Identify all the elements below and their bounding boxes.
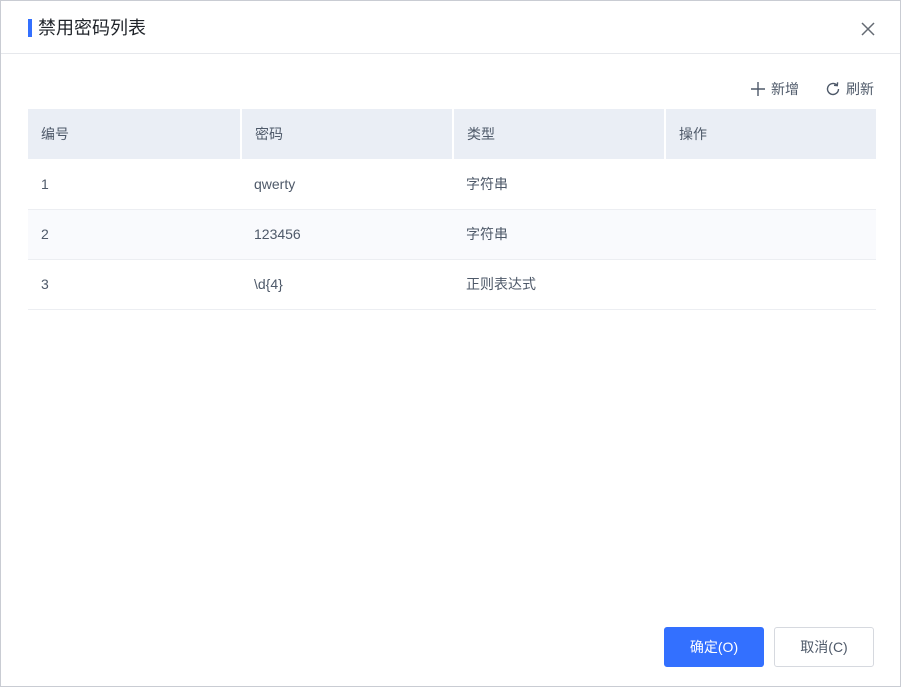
- table-row[interactable]: 2 123456 字符串: [28, 209, 876, 260]
- close-icon: [861, 22, 875, 36]
- close-button[interactable]: [858, 19, 878, 39]
- ok-button[interactable]: 确定(O): [664, 627, 764, 667]
- table-row[interactable]: 1 qwerty 字符串: [28, 159, 876, 210]
- table-row[interactable]: 3 \d{4} 正则表达式: [28, 259, 876, 310]
- column-header-action[interactable]: 操作: [665, 109, 876, 159]
- dialog-header: 禁用密码列表: [1, 1, 900, 54]
- dialog: 禁用密码列表 新增 刷新 编号 密码 类型 操作 1 qwerty 字符串 2 …: [0, 0, 901, 687]
- refresh-icon: [826, 82, 840, 96]
- cell-type: 字符串: [453, 209, 665, 260]
- refresh-button[interactable]: 刷新: [825, 79, 874, 99]
- cell-password: \d{4}: [241, 259, 453, 310]
- cell-id: 1: [28, 159, 241, 210]
- password-table: 编号 密码 类型 操作 1 qwerty 字符串 2 123456 字符串 3 …: [28, 109, 876, 310]
- dialog-footer: 确定(O) 取消(C): [664, 627, 874, 667]
- cell-action: [665, 259, 876, 310]
- add-button-label: 新增: [771, 81, 799, 97]
- cell-id: 3: [28, 259, 241, 310]
- column-header-password[interactable]: 密码: [241, 109, 454, 159]
- cell-type: 正则表达式: [453, 259, 665, 310]
- column-header-id[interactable]: 编号: [28, 109, 242, 159]
- cell-password: 123456: [241, 209, 453, 260]
- cancel-button[interactable]: 取消(C): [774, 627, 874, 667]
- column-header-type[interactable]: 类型: [453, 109, 666, 159]
- add-button[interactable]: 新增: [750, 79, 799, 99]
- dialog-title: 禁用密码列表: [38, 18, 146, 38]
- refresh-button-label: 刷新: [846, 81, 874, 97]
- title-accent-bar: [28, 19, 32, 37]
- cell-password: qwerty: [241, 159, 453, 210]
- cell-id: 2: [28, 209, 241, 260]
- table-header-row: 编号 密码 类型 操作: [28, 109, 876, 159]
- cell-action: [665, 159, 876, 210]
- cell-action: [665, 209, 876, 260]
- toolbar: 新增 刷新: [724, 78, 874, 100]
- cell-type: 字符串: [453, 159, 665, 210]
- plus-icon: [751, 82, 765, 96]
